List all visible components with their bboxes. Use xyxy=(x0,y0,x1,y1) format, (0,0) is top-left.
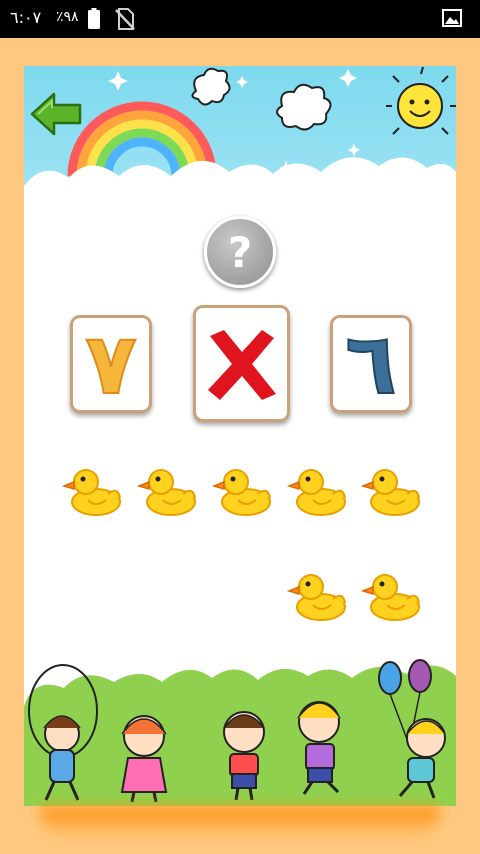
status-time: ٦:٠٧ xyxy=(10,8,42,27)
image-notification-icon xyxy=(442,9,462,27)
wrong-x-icon xyxy=(207,329,276,400)
sun-icon xyxy=(386,66,456,135)
answer-card-six[interactable]: ٦ xyxy=(330,315,412,413)
boy-kid-icon xyxy=(223,711,265,801)
no-sim-icon xyxy=(115,8,135,30)
board-bottom-shadow xyxy=(40,806,440,840)
answer-card-number: ٦ xyxy=(344,315,397,413)
question-mark-button[interactable]: ? xyxy=(204,216,276,288)
answer-card-seven[interactable]: ٧ xyxy=(70,315,152,413)
scene-illustration xyxy=(24,66,456,803)
duck-icon xyxy=(211,462,272,518)
duck-icon xyxy=(286,462,347,518)
duck-icon xyxy=(136,462,197,518)
battery-percent: ٪٩٨ xyxy=(56,9,79,25)
girl-kid-icon xyxy=(120,715,168,803)
battery-icon xyxy=(88,8,100,29)
duck-icon xyxy=(286,567,347,623)
back-arrow-icon[interactable] xyxy=(30,92,82,136)
answer-card-number: ٧ xyxy=(84,315,137,413)
game-board xyxy=(24,66,456,806)
cloud-icon xyxy=(191,67,332,131)
duck-icon xyxy=(360,462,421,518)
status-bar: ٦:٠٧ ٪٩٨ xyxy=(0,0,480,38)
blond-kid-icon xyxy=(297,701,341,795)
answer-card-wrong[interactable] xyxy=(193,305,290,422)
duck-icon xyxy=(360,567,421,623)
duck-icon xyxy=(61,462,122,518)
